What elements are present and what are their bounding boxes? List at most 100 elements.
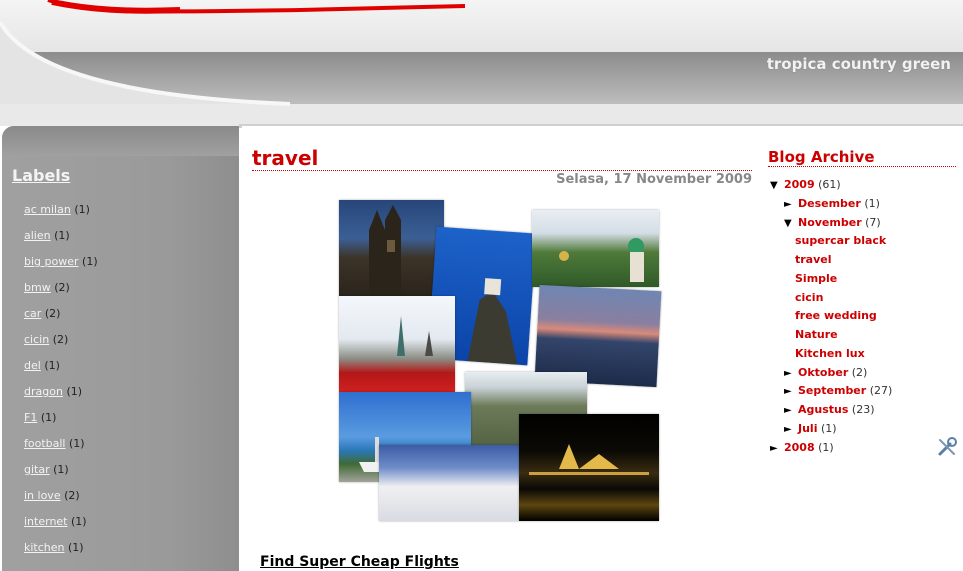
archive-count: (1): [820, 422, 837, 435]
label-item: big power (1): [24, 254, 98, 280]
archive-post-item: Simple: [795, 272, 837, 285]
label-count: (1): [71, 515, 87, 528]
label-link[interactable]: big power: [24, 255, 79, 268]
label-count: (2): [54, 281, 70, 294]
archive-post-link[interactable]: supercar black: [795, 234, 886, 247]
label-link[interactable]: kitchen: [24, 541, 65, 554]
label-item: kitchen (1): [24, 540, 98, 566]
archive-post-link[interactable]: Nature: [795, 328, 838, 341]
post-date: Selasa, 17 November 2009: [556, 172, 752, 187]
labels-heading: Labels: [12, 166, 71, 185]
travel-collage-image: [339, 200, 662, 521]
archive-month-desember: ► Desember (1): [784, 197, 880, 210]
archive-post-link[interactable]: free wedding: [795, 309, 877, 322]
archive-count: (7): [865, 216, 881, 229]
archive-month-oktober: ► Oktober (2): [784, 366, 867, 379]
label-count: (2): [52, 333, 69, 346]
archive-count: (61): [818, 178, 841, 191]
white-village-photo: [379, 445, 519, 521]
blog-archive-heading: Blog Archive: [768, 148, 875, 166]
night-castle-photo: [519, 414, 659, 521]
archive-month-link[interactable]: Juli: [798, 422, 817, 435]
archive-month-link[interactable]: Oktober: [798, 366, 848, 379]
wrench-screwdriver-icon[interactable]: [936, 436, 958, 458]
archive-divider: [768, 166, 956, 167]
expand-toggle-icon[interactable]: ►: [784, 424, 798, 435]
label-item: dragon (1): [24, 384, 98, 410]
expand-toggle-icon[interactable]: ►: [784, 405, 798, 416]
label-count: (1): [53, 463, 69, 476]
river-town-photo: [339, 296, 455, 392]
label-link[interactable]: ac milan: [24, 203, 71, 216]
archive-post-item: supercar black: [795, 234, 886, 247]
blog-tagline: tropica country green: [766, 55, 951, 73]
night-lights-shape: [529, 444, 649, 475]
archive-year-link[interactable]: 2008: [784, 441, 815, 454]
label-count: (1): [54, 229, 70, 242]
label-item: F1 (1): [24, 410, 98, 436]
label-link[interactable]: cicin: [24, 333, 49, 346]
archive-month-juli: ► Juli (1): [784, 422, 837, 435]
sidebar-top-cap: [2, 126, 239, 156]
label-link[interactable]: internet: [24, 515, 68, 528]
label-link[interactable]: in love: [24, 489, 61, 502]
collapse-toggle-icon[interactable]: ▼: [770, 180, 784, 191]
cathedral-shape: [369, 205, 401, 296]
archive-count: (1): [864, 197, 880, 210]
archive-month-november: ▼ November (7): [784, 216, 881, 229]
labels-sidebar: Labels ac milan (1) alien (1) big power …: [2, 126, 239, 571]
archive-post-item: free wedding: [795, 309, 877, 322]
spire-shape: [397, 316, 433, 356]
blog-header: tropica country green: [0, 0, 963, 126]
label-count: (1): [68, 437, 85, 450]
archive-year-link[interactable]: 2009: [784, 178, 815, 191]
domes-shape: [559, 238, 644, 282]
label-link[interactable]: gitar: [24, 463, 50, 476]
label-count: (1): [82, 255, 98, 268]
label-link[interactable]: del: [24, 359, 41, 372]
label-item: bmw (2): [24, 280, 98, 306]
archive-post-item: Nature: [795, 328, 838, 341]
label-item: del (1): [24, 358, 98, 384]
label-link[interactable]: F1: [24, 411, 37, 424]
label-link[interactable]: alien: [24, 229, 51, 242]
main-content: travel Selasa, 17 November 2009 Find Sup…: [242, 126, 963, 571]
archive-year-2009: ▼ 2009 (61): [770, 178, 841, 191]
archive-post-link[interactable]: Kitchen lux: [795, 347, 865, 360]
label-count: (2): [64, 489, 80, 502]
label-link[interactable]: car: [24, 307, 41, 320]
label-item: gitar (1): [24, 462, 98, 488]
cheap-flights-link[interactable]: Find Super Cheap Flights: [260, 554, 459, 570]
label-link[interactable]: football: [24, 437, 65, 450]
expand-toggle-icon[interactable]: ►: [784, 199, 798, 210]
label-item: in love (2): [24, 488, 98, 514]
archive-post-link[interactable]: cicin: [795, 291, 823, 304]
archive-count: (2): [851, 366, 868, 379]
archive-post-link[interactable]: travel: [795, 253, 832, 266]
archive-month-link[interactable]: Desember: [798, 197, 861, 210]
expand-toggle-icon[interactable]: ►: [784, 368, 798, 379]
collapse-toggle-icon[interactable]: ▼: [784, 218, 798, 229]
archive-month-agustus: ► Agustus (23): [784, 403, 875, 416]
label-link[interactable]: bmw: [24, 281, 51, 294]
label-count: (1): [68, 541, 84, 554]
archive-month-link[interactable]: November: [798, 216, 862, 229]
label-item: alien (1): [24, 228, 98, 254]
label-item: cicin (2): [24, 332, 98, 358]
expand-toggle-icon[interactable]: ►: [784, 386, 798, 397]
label-count: (1): [66, 385, 83, 398]
archive-post-link[interactable]: Simple: [795, 272, 837, 285]
archive-count: (1): [818, 441, 834, 454]
label-count: (1): [44, 359, 60, 372]
label-item: ac milan (1): [24, 202, 98, 228]
label-item: internet (1): [24, 514, 98, 540]
post-title[interactable]: travel: [252, 146, 318, 170]
label-count: (1): [74, 203, 90, 216]
labels-list: ac milan (1) alien (1) big power (1) bmw…: [24, 202, 98, 566]
archive-post-item: cicin: [795, 291, 823, 304]
label-link[interactable]: dragon: [24, 385, 63, 398]
archive-month-link[interactable]: September: [798, 384, 866, 397]
archive-month-link[interactable]: Agustus: [798, 403, 848, 416]
expand-toggle-icon[interactable]: ►: [770, 443, 784, 454]
archive-year-2008: ► 2008 (1): [770, 441, 834, 454]
